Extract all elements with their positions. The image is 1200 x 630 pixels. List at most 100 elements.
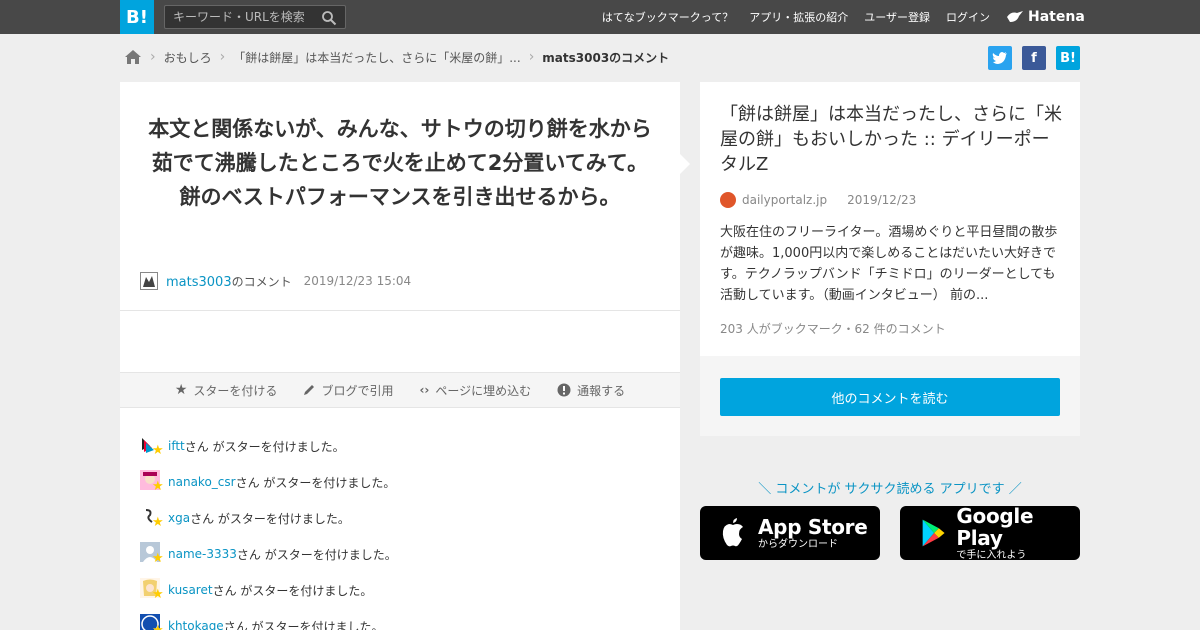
article-date: 2019/12/23 xyxy=(847,193,917,207)
list-item: ★ iftt さん がスターを付けました。 xyxy=(140,428,397,464)
comment-user-suffix: のコメント xyxy=(231,274,292,289)
search-box xyxy=(164,5,346,29)
chevron-right-icon: › xyxy=(150,49,156,65)
list-item: ★ nanako_csr さん がスターを付けました。 xyxy=(140,464,397,500)
list-item: ★ xga さん がスターを付けました。 xyxy=(140,500,397,536)
top-bar: B! はてなブックマークって？ アプリ・拡張の紹介 ユーザー登録 ログイン Ha… xyxy=(0,0,1200,34)
nav-signup[interactable]: ユーザー登録 xyxy=(864,9,930,25)
app-store-label: App Store xyxy=(758,514,868,539)
more-comments-area: 他のコメントを読む xyxy=(700,356,1080,436)
twitter-icon xyxy=(992,52,1007,64)
star-user-avatar[interactable]: ★ xyxy=(140,614,168,630)
star-user-name[interactable]: iftt xyxy=(168,439,185,453)
list-item: ★ khtokageさん がスターを付けました。 xyxy=(140,608,397,630)
header-nav: はてなブックマークって？ アプリ・拡張の紹介 ユーザー登録 ログイン xyxy=(602,0,990,34)
nav-login[interactable]: ログイン xyxy=(946,9,990,25)
breadcrumb-current: mats3003のコメント xyxy=(542,50,670,65)
star-icon: ★ xyxy=(152,587,164,602)
breadcrumb: › おもしろ › 「餅は餅屋」は本当だったし、さらに「米屋の餅」... › ma… xyxy=(124,46,669,68)
hatena-brand-text: Hatena xyxy=(1028,9,1085,25)
star-message: さん がスターを付けました。 xyxy=(235,475,396,490)
embed-button[interactable]: ‹› ページに埋め込む xyxy=(419,382,531,399)
facebook-icon: f xyxy=(1031,50,1037,66)
nav-apps[interactable]: アプリ・拡張の紹介 xyxy=(749,9,848,25)
article-source: dailyportalz.jp 2019/12/23 xyxy=(720,192,916,208)
share-buttons: f B! xyxy=(988,46,1080,70)
app-store-sub: からダウンロード xyxy=(758,538,838,550)
star-icon: ★ xyxy=(152,515,164,530)
star-user-name[interactable]: nanako_csr xyxy=(168,475,236,489)
blog-quote-button[interactable]: ブログで引用 xyxy=(303,382,393,399)
star-icon: ★ xyxy=(152,479,164,494)
hatena-bookmark-logo[interactable]: B! xyxy=(120,0,154,34)
hatena-bookmark-icon: B! xyxy=(1060,50,1076,66)
comment-text: 本文と関係ないが、みんな、サトウの切り餅を水から茹でて沸騰したところで火を止めて… xyxy=(148,117,652,209)
article-card: 「餅は餅屋」は本当だったし、さらに「米屋の餅」もおいしかった :: デイリーポー… xyxy=(700,82,1080,356)
breadcrumb-article[interactable]: 「餅は餅屋」は本当だったし、さらに「米屋の餅」... xyxy=(233,49,520,66)
star-icon: ★ xyxy=(152,443,164,458)
star-user-avatar[interactable]: ★ xyxy=(140,470,168,494)
chevron-right-icon: › xyxy=(219,49,226,65)
article-title[interactable]: 「餅は餅屋」は本当だったし、さらに「米屋の餅」もおいしかった :: デイリーポー… xyxy=(720,102,1066,177)
star-message: さん がスターを付けました。 xyxy=(212,583,373,598)
hatena-bird-icon xyxy=(1007,11,1023,22)
app-store-button[interactable]: App Store からダウンロード xyxy=(700,506,880,560)
comment-meta: mats3003のコメント 2019/12/23 15:04 xyxy=(140,272,411,290)
embed-label: ページに埋め込む xyxy=(435,383,532,398)
apple-icon xyxy=(722,518,743,547)
report-icon xyxy=(557,383,571,397)
search-input[interactable] xyxy=(165,10,315,24)
report-label: 通報する xyxy=(577,383,626,398)
comment-user[interactable]: mats3003 xyxy=(166,275,232,290)
breadcrumb-category[interactable]: おもしろ xyxy=(164,49,212,66)
comment-card: 本文と関係ないが、みんな、サトウの切り餅を水から茹でて沸騰したところで火を止めて… xyxy=(120,82,680,630)
star-icon: ★ xyxy=(152,624,164,630)
twitter-share-button[interactable] xyxy=(988,46,1012,70)
google-play-icon xyxy=(922,519,945,547)
hatena-brand[interactable]: Hatena xyxy=(1006,8,1085,26)
search-icon[interactable] xyxy=(321,10,337,26)
star-message: さん がスターを付けました。 xyxy=(184,439,345,454)
add-star-button[interactable]: ★ スターを付ける xyxy=(175,382,278,399)
blog-quote-label: ブログで引用 xyxy=(321,383,394,398)
app-promo-text: ＼ コメントが サクサク読める アプリです ／ xyxy=(758,482,1022,497)
list-item: ★ kusaret さん がスターを付けました。 xyxy=(140,572,397,608)
nav-about[interactable]: はてなブックマークって？ xyxy=(602,9,733,25)
hatena-share-button[interactable]: B! xyxy=(1056,46,1080,70)
star-user-avatar[interactable]: ★ xyxy=(140,506,168,530)
google-play-sub: で手に入れよう xyxy=(956,549,1027,561)
pencil-icon xyxy=(304,385,315,395)
comment-actions: ★ スターを付ける ブログで引用 ‹› ページに埋め込む 通報する xyxy=(120,372,680,408)
bookmark-counts[interactable]: 203 人がブックマーク・62 件のコメント xyxy=(720,320,946,337)
star-user-avatar[interactable]: ★ xyxy=(140,578,168,602)
star-user-avatar[interactable]: ★ xyxy=(140,542,168,566)
home-icon[interactable] xyxy=(124,49,142,65)
comment-date[interactable]: 2019/12/23 15:04 xyxy=(304,274,412,288)
star-user-avatar[interactable]: ★ xyxy=(140,434,168,458)
avatar[interactable] xyxy=(140,272,158,290)
star-message: さん がスターを付けました。 xyxy=(236,547,397,562)
code-icon: ‹› xyxy=(419,383,430,397)
google-play-label: Google Play xyxy=(956,503,1034,550)
star-user-name[interactable]: khtokage xyxy=(168,619,224,630)
site-favicon-icon xyxy=(720,192,736,208)
chevron-right-icon: › xyxy=(528,49,535,65)
card-pointer xyxy=(680,154,690,174)
star-user-name[interactable]: kusaret xyxy=(168,583,213,597)
star-icon: ★ xyxy=(152,551,164,566)
star-user-name[interactable]: name-3333 xyxy=(168,547,237,561)
star-user-name[interactable]: xga xyxy=(168,511,190,525)
divider xyxy=(120,310,680,311)
article-domain[interactable]: dailyportalz.jp xyxy=(742,193,827,207)
read-more-comments-button[interactable]: 他のコメントを読む xyxy=(720,378,1060,416)
add-star-label: スターを付ける xyxy=(193,383,278,398)
star-message: さん がスターを付けました。 xyxy=(223,619,384,630)
star-list: ★ iftt さん がスターを付けました。 ★ nanako_csr さん がスター… xyxy=(140,428,397,630)
article-description: 大阪在住のフリーライター。酒場めぐりと平日昼間の散歩が趣味。1,000円以内で楽… xyxy=(720,225,1058,303)
report-button[interactable]: 通報する xyxy=(557,382,625,399)
list-item: ★ name-3333 さん がスターを付けました。 xyxy=(140,536,397,572)
google-play-button[interactable]: Google Play で手に入れよう xyxy=(900,503,1080,561)
facebook-share-button[interactable]: f xyxy=(1022,46,1046,70)
star-icon: ★ xyxy=(174,382,188,398)
star-message: さん がスターを付けました。 xyxy=(190,511,350,526)
